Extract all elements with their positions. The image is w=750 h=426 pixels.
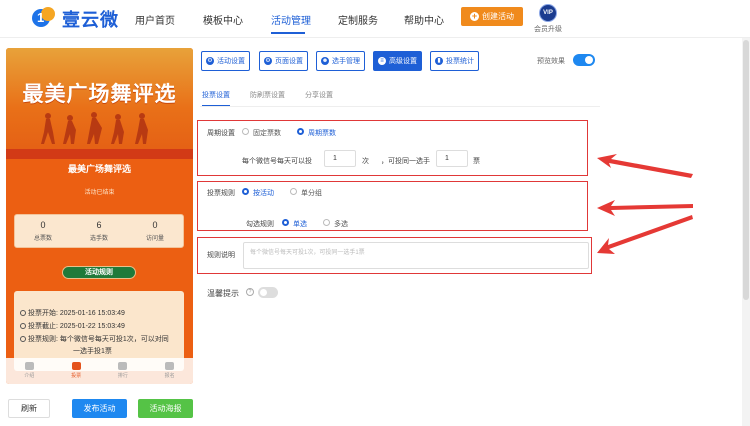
tab-page-settings[interactable]: ⚙ 页面设置 — [259, 51, 308, 71]
arrow-icon — [597, 200, 693, 216]
preview-tabbar: 介绍 投票 排行 报名 — [6, 358, 193, 384]
preview-subtitle: 最美广场舞评选 — [67, 164, 131, 174]
per-player-input[interactable]: 1 — [436, 150, 468, 167]
banner-strip — [6, 149, 193, 159]
annotation-arrows — [597, 154, 693, 254]
vip-upgrade-link[interactable]: 会员升级 — [534, 24, 562, 34]
rule-desc-textarea[interactable]: 每个微信号每天可投1次，可投同一选手1票 — [243, 242, 589, 269]
stat-visits: 0 访问量 — [145, 220, 164, 242]
nav-activity-manage[interactable]: 活动管理 — [271, 12, 311, 27]
clock-icon — [20, 336, 26, 342]
publish-button[interactable]: 发布活动 — [72, 399, 127, 418]
single-choice-label[interactable]: 单选 — [293, 219, 307, 229]
clock-icon — [20, 310, 26, 316]
warm-tip-toggle[interactable] — [258, 287, 278, 298]
scrollbar-thumb[interactable] — [743, 40, 749, 300]
rule-by-group-label[interactable]: 单分组 — [301, 188, 322, 198]
single-choice-radio[interactable] — [282, 219, 289, 226]
preview-banner: 最美广场舞评选 — [6, 48, 193, 158]
activity-rules-button[interactable]: 活动规则 — [62, 266, 136, 279]
rule-by-activity-label[interactable]: 按活动 — [253, 188, 274, 198]
vote-rule-label: 投票规则 — [207, 190, 235, 197]
preview-tab-rank[interactable]: 排行 — [100, 358, 147, 384]
home-icon — [24, 362, 34, 370]
preview-toggle-label: 预览效果 — [537, 58, 565, 65]
rule-by-group-radio[interactable] — [290, 188, 297, 195]
rule-by-activity-radio[interactable] — [242, 188, 249, 195]
warm-tip-label: 温馨提示 — [207, 289, 239, 298]
poster-button[interactable]: 活动海报 — [138, 399, 193, 418]
cycle-fixed-radio[interactable] — [242, 128, 249, 135]
tab-player-manage[interactable]: ☻ 选手管理 — [316, 51, 365, 71]
help-icon[interactable]: ? — [246, 288, 254, 296]
page-icon: ⚙ — [264, 57, 272, 65]
unit-votes: 票 — [473, 158, 480, 165]
preview-toggle[interactable] — [573, 54, 595, 66]
subtab-share[interactable]: 分享设置 — [305, 90, 333, 100]
cycle-periodic-label[interactable]: 周期票数 — [308, 128, 336, 138]
preview-stats: 0 总票数 6 选手数 0 访问量 — [14, 214, 184, 248]
multi-choice-radio[interactable] — [323, 219, 330, 226]
users-icon: ☻ — [321, 57, 329, 65]
nav-template-center[interactable]: 模板中心 — [203, 12, 243, 27]
stat-total-votes: 0 总票数 — [33, 220, 52, 242]
page-scrollbar[interactable] — [742, 38, 750, 426]
trophy-icon — [118, 362, 128, 370]
per-player-label: ，可投同一选手 — [381, 158, 430, 165]
preview-tab-signup[interactable]: 报名 — [146, 358, 193, 384]
subtab-divider — [200, 106, 600, 107]
per-day-label: 每个微信号每天可以投 — [242, 158, 312, 165]
settings-icon: ≡ — [378, 57, 386, 65]
mobile-preview: 最美广场舞评选 最美广场舞评选 活动已结束 0 总票数 6 选手数 0 访问量 … — [6, 48, 193, 384]
top-header: 1 壹云微 用户首页 模板中心 活动管理 定制服务 帮助中心 + 创建活动 VI… — [0, 0, 750, 38]
nav-help-center[interactable]: 帮助中心 — [404, 12, 444, 27]
brand-logo[interactable]: 1 壹云微 — [32, 6, 119, 32]
vip-icon[interactable]: VIP — [539, 4, 557, 22]
preview-status: 活动已结束 — [84, 190, 115, 196]
nav-active-underline — [271, 32, 305, 34]
refresh-button[interactable]: 刷新 — [8, 399, 50, 418]
signup-icon — [165, 362, 175, 370]
tab-vote-stats[interactable]: ▮ 投票统计 — [430, 51, 479, 71]
multi-choice-label[interactable]: 多选 — [334, 219, 348, 229]
tab-advanced-settings[interactable]: ≡ 高级设置 — [373, 51, 422, 71]
logo-icon: 1 — [32, 7, 58, 31]
arrow-icon — [597, 154, 693, 178]
unit-times: 次 — [362, 158, 369, 165]
rule-vote: 投票规则: 每个微信号每天可投1次，可以对同 — [20, 334, 169, 345]
cycle-label: 周期设置 — [207, 130, 235, 137]
rule-end: 投票截止: 2025-01-22 15:03:49 — [20, 321, 125, 332]
nav-custom-service[interactable]: 定制服务 — [338, 12, 378, 27]
rule-start: 投票开始: 2025-01-16 15:03:49 — [20, 308, 125, 319]
gear-icon: ⚙ — [206, 57, 214, 65]
cycle-fixed-label[interactable]: 固定票数 — [253, 128, 281, 138]
nav-user-home[interactable]: 用户首页 — [135, 12, 175, 27]
rule-vote-cont: 一选手投1票 — [73, 348, 112, 355]
arrow-icon — [597, 215, 693, 254]
preview-tab-vote[interactable]: 投票 — [53, 358, 100, 384]
preview-tab-intro[interactable]: 介绍 — [6, 358, 53, 384]
rule-desc-label: 规则说明 — [207, 252, 235, 259]
subtab-anti-fraud[interactable]: 防刷票设置 — [250, 90, 285, 100]
per-day-input[interactable]: 1 — [324, 150, 356, 167]
create-activity-button[interactable]: + 创建活动 — [461, 7, 523, 26]
banner-title: 最美广场舞评选 — [22, 83, 177, 106]
chart-icon: ▮ — [435, 57, 443, 65]
cycle-periodic-radio[interactable] — [297, 128, 304, 135]
vote-icon — [71, 362, 81, 370]
subtab-active-underline — [202, 105, 230, 106]
dancers-illustration — [41, 112, 148, 144]
tab-activity-settings[interactable]: ⚙ 活动设置 — [201, 51, 250, 71]
brand-name: 壹云微 — [62, 10, 119, 30]
plus-icon: + — [470, 11, 479, 21]
stat-player-count: 6 选手数 — [89, 220, 108, 242]
check-rule-label: 勾选规则 — [246, 221, 274, 228]
subtab-vote-settings[interactable]: 投票设置 — [202, 90, 230, 100]
clock-icon — [20, 323, 26, 329]
